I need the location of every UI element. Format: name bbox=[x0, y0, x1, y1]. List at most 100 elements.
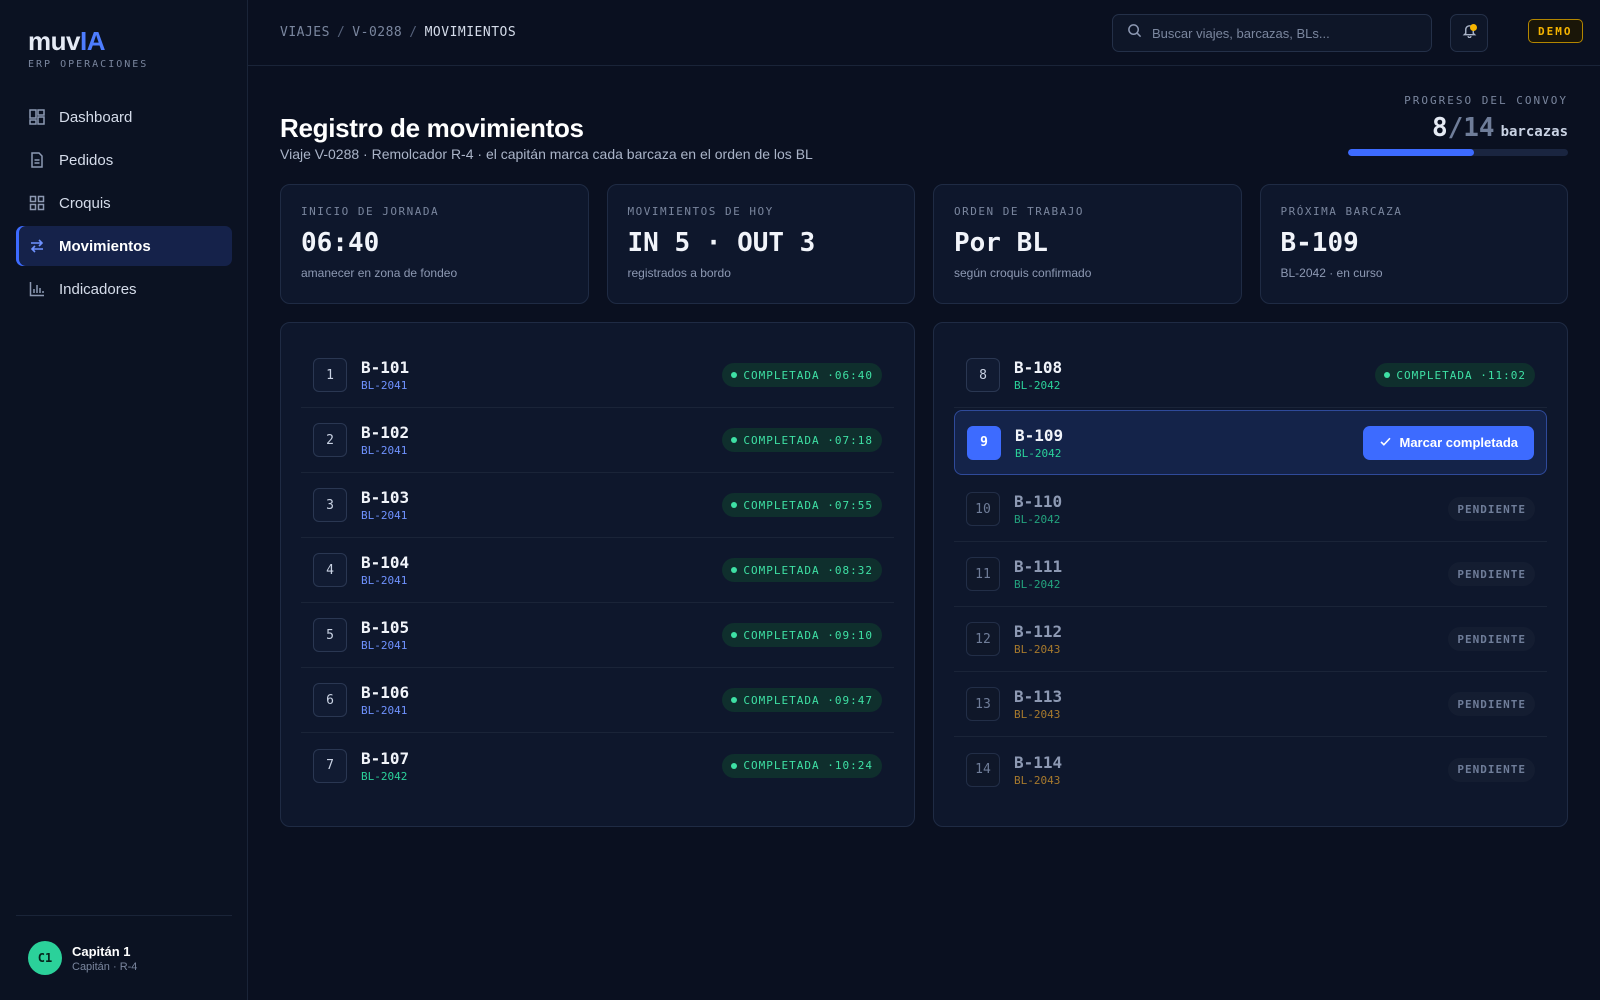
barge-id: B-103 bbox=[361, 488, 410, 507]
status-prefix: COMPLETADA · bbox=[743, 498, 835, 512]
status-prefix: COMPLETADA · bbox=[743, 433, 835, 447]
stat-label: INICIO DE JORNADA bbox=[301, 205, 440, 218]
progress-total: /14 bbox=[1447, 113, 1495, 143]
progress-label: PROGRESO DEL CONVOY bbox=[1404, 94, 1568, 107]
status-dot bbox=[731, 632, 738, 638]
barge-row: 1 B-101 BL-2041 COMPLETADA · 06:40 bbox=[301, 343, 894, 408]
status-time: 11:02 bbox=[1487, 368, 1526, 382]
status-time: 10:24 bbox=[834, 759, 873, 772]
breadcrumb-item-voyage[interactable]: V-0288 bbox=[352, 25, 402, 40]
barge-row: 6 B-106 BL-2041 COMPLETADA · 09:47 bbox=[301, 668, 894, 733]
barge-row[interactable]: 9 B-109 BL-2042 Marcar completada bbox=[954, 410, 1547, 475]
stat-value: 06:40 bbox=[301, 228, 380, 258]
breadcrumb-current: MOVIMIENTOS bbox=[424, 25, 517, 40]
status-time: 08:32 bbox=[834, 563, 873, 577]
barge-row: 10 B-110 BL-2042 PENDIENTE bbox=[954, 477, 1547, 542]
sidebar-item-indicadores[interactable]: Indicadores bbox=[16, 269, 232, 309]
stat-label: ORDEN DE TRABAJO bbox=[954, 205, 1084, 218]
progress-done: 8 bbox=[1431, 113, 1448, 143]
brand-logo[interactable]: muvIA bbox=[28, 26, 105, 57]
barge-order-number: 2 bbox=[313, 423, 347, 457]
sidebar-item-pedidos[interactable]: Pedidos bbox=[16, 140, 232, 180]
status-badge: PENDIENTE bbox=[1448, 692, 1535, 716]
sidebar-item-dashboard[interactable]: Dashboard bbox=[16, 97, 232, 137]
stat-value: Por BL bbox=[954, 228, 1048, 258]
barge-row: 4 B-104 BL-2041 COMPLETADA · 08:32 bbox=[301, 538, 894, 603]
sidebar-item-movimientos[interactable]: Movimientos bbox=[16, 226, 232, 266]
status-dot bbox=[731, 567, 738, 573]
grid-icon bbox=[28, 194, 46, 212]
search-icon bbox=[1127, 23, 1142, 43]
status-prefix: COMPLETADA · bbox=[1396, 368, 1488, 382]
stat-hint: BL-2042 · en curso bbox=[1280, 266, 1383, 280]
document-icon bbox=[28, 151, 46, 169]
status-badge: PENDIENTE bbox=[1448, 497, 1535, 521]
progress-count: 8/14 barcazas bbox=[1348, 113, 1568, 143]
barge-id: B-111 bbox=[1014, 557, 1063, 576]
stat-card-movimientos: MOVIMIENTOS DE HOY IN 5 · OUT 3 registra… bbox=[606, 184, 915, 304]
status-badge: COMPLETADA · 11:02 bbox=[1375, 363, 1535, 387]
status-prefix: COMPLETADA · bbox=[743, 368, 835, 382]
bar-chart-icon bbox=[28, 280, 46, 298]
barge-order-number: 5 bbox=[313, 618, 347, 652]
stat-value: B-109 bbox=[1280, 228, 1359, 258]
barge-row: 7 B-107 BL-2042 COMPLETADA · 10:24 bbox=[301, 733, 894, 798]
user-role: Capitán · R-4 bbox=[72, 960, 138, 973]
progress-unit: barcazas bbox=[1500, 124, 1568, 140]
mark-complete-button[interactable]: Marcar completada bbox=[1362, 425, 1534, 460]
page-title: Registro de movimientos bbox=[280, 113, 584, 143]
barge-id: B-113 bbox=[1014, 687, 1063, 706]
user-name: Capitán 1 bbox=[72, 943, 131, 959]
barge-bl: BL-2041 bbox=[361, 509, 408, 522]
barge-row: 3 B-103 BL-2041 COMPLETADA · 07:55 bbox=[301, 473, 894, 538]
barge-order-number: 9 bbox=[967, 425, 1001, 460]
barge-id: B-107 bbox=[361, 748, 410, 768]
sidebar-item-croquis[interactable]: Croquis bbox=[16, 183, 232, 223]
barge-id: B-102 bbox=[361, 423, 410, 442]
barge-order-number: 4 bbox=[313, 553, 347, 587]
breadcrumb-item-viajes[interactable]: VIAJES bbox=[280, 25, 330, 40]
user-profile[interactable]: C1 Capitán 1 Capitán · R-4 bbox=[16, 915, 232, 1000]
barge-id: B-104 bbox=[361, 553, 410, 572]
search-input[interactable] bbox=[1152, 25, 1412, 41]
barge-order-number: 1 bbox=[313, 358, 347, 392]
stat-label: MOVIMIENTOS DE HOY bbox=[627, 205, 774, 218]
status-badge: COMPLETADA · 10:24 bbox=[722, 753, 882, 778]
barge-bl: BL-2043 bbox=[1014, 643, 1061, 656]
barge-id: B-105 bbox=[361, 618, 410, 637]
status-prefix: COMPLETADA · bbox=[743, 693, 835, 707]
search-box[interactable] bbox=[1112, 14, 1432, 52]
barge-order-number: 11 bbox=[966, 557, 1000, 591]
barge-row: 8 B-108 BL-2042 COMPLETADA · 11:02 bbox=[954, 343, 1547, 408]
sidebar-item-label: Dashboard bbox=[59, 108, 133, 126]
barge-order-number: 3 bbox=[313, 488, 347, 522]
status-badge: PENDIENTE bbox=[1448, 627, 1535, 651]
status-dot bbox=[731, 697, 738, 703]
barge-bl: BL-2042 bbox=[1015, 446, 1062, 460]
status-time: 07:18 bbox=[834, 433, 873, 447]
notifications-button[interactable] bbox=[1450, 14, 1488, 52]
barge-row: 5 B-105 BL-2041 COMPLETADA · 09:10 bbox=[301, 603, 894, 668]
barge-order-number: 13 bbox=[966, 687, 1000, 721]
sidebar-item-label: Pedidos bbox=[59, 151, 114, 169]
demo-badge: DEMO bbox=[1528, 19, 1583, 43]
status-badge: COMPLETADA · 08:32 bbox=[722, 558, 882, 582]
page-subtitle: Viaje V-0288 · Remolcador R-4 · el capit… bbox=[280, 146, 813, 162]
barge-id: B-112 bbox=[1014, 622, 1063, 641]
sidebar: muvIA ERP OPERACIONES Dashboard Pedidos … bbox=[0, 0, 248, 1000]
barge-bl: BL-2043 bbox=[1014, 708, 1061, 721]
stat-hint: registrados a bordo bbox=[627, 266, 731, 280]
stat-card-orden: ORDEN DE TRABAJO Por BL según croquis co… bbox=[933, 184, 1242, 304]
stat-hint: amanecer en zona de fondeo bbox=[301, 266, 458, 280]
barge-id: B-101 bbox=[361, 358, 410, 377]
barge-id: B-110 bbox=[1014, 492, 1063, 511]
status-badge: COMPLETADA · 09:47 bbox=[722, 688, 882, 712]
barge-order-number: 8 bbox=[966, 358, 1000, 392]
barge-bl: BL-2042 bbox=[1014, 379, 1061, 392]
barge-order-number: 10 bbox=[966, 492, 1000, 526]
status-badge: COMPLETADA · 07:18 bbox=[722, 428, 882, 452]
barge-order-number: 14 bbox=[966, 752, 1000, 787]
barge-row: 11 B-111 BL-2042 PENDIENTE bbox=[954, 542, 1547, 607]
status-badge: COMPLETADA · 09:10 bbox=[722, 623, 882, 647]
barge-id: B-114 bbox=[1014, 752, 1063, 772]
